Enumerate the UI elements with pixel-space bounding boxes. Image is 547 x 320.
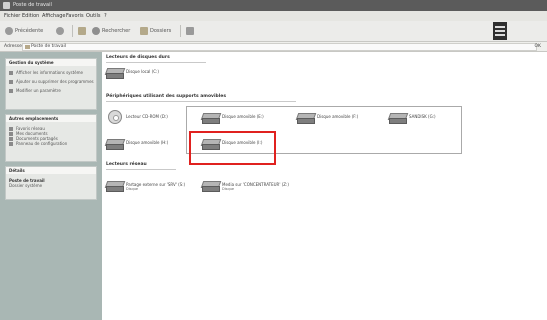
go-button[interactable]: OK xyxy=(535,42,542,51)
back-arrow-icon xyxy=(5,26,13,35)
back-button[interactable]: Précédente xyxy=(5,26,43,36)
address-field[interactable]: Poste de travail xyxy=(22,43,537,51)
folder-icon xyxy=(9,136,13,141)
forward-arrow-icon xyxy=(56,26,64,35)
control-panel-icon xyxy=(9,88,13,93)
views-icon xyxy=(186,26,194,35)
menu-edit[interactable]: Edition xyxy=(22,11,39,21)
network-drive-z[interactable]: Media sur 'CONCENTRATEUR' (Z:) Disque xyxy=(200,178,289,196)
task-pane: Gestion du système Afficher les informat… xyxy=(0,52,102,320)
address-label: Adresse xyxy=(4,44,22,49)
computer-icon xyxy=(3,2,10,9)
menu-file[interactable]: Fichier xyxy=(4,11,20,21)
section-divider xyxy=(106,101,296,102)
other-places-panel: Autres emplacements Favoris réseau Mes d… xyxy=(5,114,97,162)
drive-icon xyxy=(104,68,126,79)
cdrom-icon xyxy=(108,110,122,124)
drive-icon xyxy=(387,113,409,124)
drive-sublabel: Disque xyxy=(126,187,139,191)
panel-header[interactable]: Gestion du système xyxy=(6,59,96,66)
place-control-panel[interactable]: Panneau de configuration xyxy=(6,141,96,146)
forward-button[interactable] xyxy=(56,26,66,36)
drive-f[interactable]: Disque amovible (F:) xyxy=(295,110,377,128)
folder-up-icon xyxy=(78,26,86,35)
drive-h[interactable]: Disque amovible (H:) xyxy=(104,136,186,154)
explorer-window: Poste de travail Fichier Edition Afficha… xyxy=(0,0,547,320)
section-divider xyxy=(106,62,206,63)
system-tasks-panel: Gestion du système Afficher les informat… xyxy=(5,58,97,110)
section-removable: Périphériques utilisant des supports amo… xyxy=(106,94,227,99)
window-title: Poste de travail xyxy=(13,2,52,8)
menu-help[interactable]: ? xyxy=(104,11,107,21)
computer-icon xyxy=(25,45,30,49)
section-hard-drives: Lecteurs de disques durs xyxy=(106,55,170,60)
search-button[interactable]: Rechercher xyxy=(92,26,130,36)
programs-icon xyxy=(9,79,13,84)
drive-label: SANDISK (G:) xyxy=(409,114,436,119)
folder-icon xyxy=(140,26,148,35)
task-add-remove-programs[interactable]: Ajouter ou supprimer des programmes xyxy=(6,79,96,84)
folders-button[interactable]: Dossiers xyxy=(140,26,171,36)
toolbar-separator xyxy=(180,25,181,37)
menu-view[interactable]: Affichage xyxy=(42,11,66,21)
drive-label: Disque amovible (F:) xyxy=(317,114,359,119)
drive-d[interactable]: Lecteur CD-ROM (D:) xyxy=(106,110,186,128)
task-change-setting[interactable]: Modifier un paramètre xyxy=(6,88,96,93)
address-bar: Adresse Poste de travail OK xyxy=(0,42,547,52)
menu-tools[interactable]: Outils xyxy=(86,11,100,21)
menu-favorites[interactable]: Favoris xyxy=(66,11,84,21)
windows-logo-icon xyxy=(493,22,507,40)
network-drive-icon xyxy=(200,181,222,192)
views-button[interactable] xyxy=(186,26,196,36)
drive-icon xyxy=(295,113,317,124)
details-panel: Détails Poste de travail Dossier système xyxy=(5,166,97,200)
drive-sublabel: Disque xyxy=(222,187,235,191)
folder-icon xyxy=(9,131,13,136)
details-subtitle: Dossier système xyxy=(9,183,43,188)
highlight-box xyxy=(189,131,276,165)
task-view-system-info[interactable]: Afficher les informations système xyxy=(6,70,96,75)
drive-c[interactable]: Disque local (C:) xyxy=(104,65,186,83)
drive-label: Disque local (C:) xyxy=(126,69,159,74)
menu-bar: Fichier Edition Affichage Favoris Outils… xyxy=(0,11,547,21)
toolbar: Précédente Rechercher Dossiers xyxy=(0,21,547,42)
section-network: Lecteurs réseau xyxy=(106,162,147,167)
drive-label: Disque amovible (E:) xyxy=(222,114,264,119)
drive-label: Lecteur CD-ROM (D:) xyxy=(126,114,168,119)
panel-header[interactable]: Autres emplacements xyxy=(6,115,96,122)
control-panel-icon xyxy=(9,141,13,146)
drive-icon xyxy=(200,113,222,124)
up-button[interactable] xyxy=(78,26,88,36)
info-icon xyxy=(9,70,13,75)
drive-g[interactable]: SANDISK (G:) xyxy=(387,110,469,128)
drive-label: Disque amovible (H:) xyxy=(126,140,169,145)
panel-header[interactable]: Détails xyxy=(6,167,96,174)
network-drive-s[interactable]: Partage externe sur 'SRV' (S:) Disque xyxy=(104,178,186,196)
toolbar-separator xyxy=(72,25,73,37)
network-icon xyxy=(9,126,13,131)
section-divider xyxy=(106,169,176,170)
search-icon xyxy=(92,26,100,35)
file-view: Lecteurs de disques durs Disque local (C… xyxy=(102,52,547,320)
drive-icon xyxy=(104,139,126,150)
network-drive-icon xyxy=(104,181,126,192)
drive-e[interactable]: Disque amovible (E:) xyxy=(200,110,282,128)
title-bar: Poste de travail xyxy=(0,0,547,11)
